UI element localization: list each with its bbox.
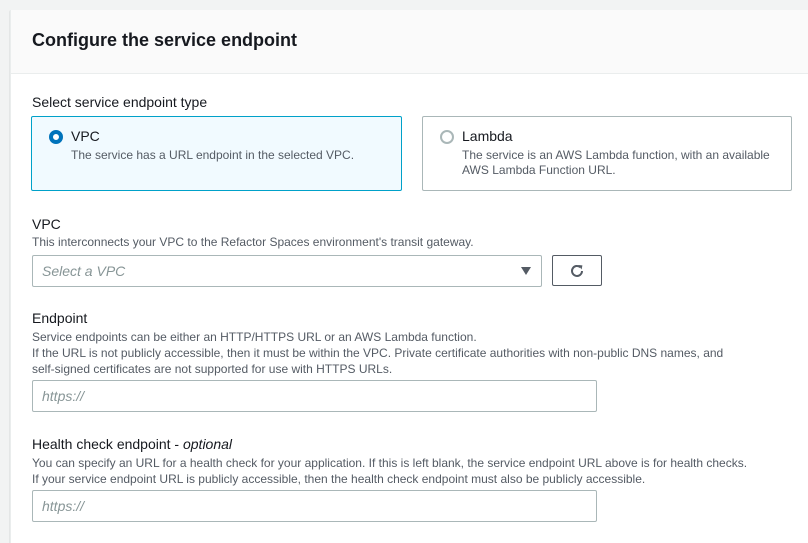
lambda-tile-title: Lambda xyxy=(462,128,513,144)
panel-header: Configure the service endpoint xyxy=(11,10,808,74)
endpoint-input[interactable]: https:// xyxy=(32,380,597,412)
service-endpoint-panel: Configure the service endpoint Select se… xyxy=(10,10,808,543)
endpoint-description-line2: If the URL is not publicly accessible, t… xyxy=(32,346,724,360)
panel-title: Configure the service endpoint xyxy=(32,30,298,50)
vpc-label: VPC xyxy=(32,216,61,232)
health-check-label-text: Health check endpoint - xyxy=(32,436,183,452)
vpc-radio[interactable] xyxy=(49,130,63,144)
endpoint-input-placeholder: https:// xyxy=(42,388,85,404)
vpc-tile-description: The service has a URL endpoint in the se… xyxy=(71,148,355,162)
refresh-icon xyxy=(571,264,583,277)
vpc-tile-title: VPC xyxy=(71,128,100,144)
health-check-description-line1: You can specify an URL for a health chec… xyxy=(32,456,748,470)
endpoint-type-label: Select service endpoint type xyxy=(32,94,208,110)
endpoint-description-line1: Service endpoints can be either an HTTP/… xyxy=(32,330,477,344)
vpc-select-placeholder: Select a VPC xyxy=(42,263,126,279)
endpoint-type-vpc-tile[interactable]: VPC The service has a URL endpoint in th… xyxy=(31,116,402,191)
health-check-input[interactable]: https:// xyxy=(32,490,597,522)
endpoint-label: Endpoint xyxy=(32,310,88,326)
health-check-label: Health check endpoint - optional xyxy=(32,436,232,452)
refresh-vpc-button[interactable] xyxy=(552,255,602,286)
health-check-input-placeholder: https:// xyxy=(42,498,85,514)
caret-down-icon xyxy=(521,267,531,275)
vpc-description: This interconnects your VPC to the Refac… xyxy=(32,235,474,249)
health-check-optional-label: optional xyxy=(182,436,233,452)
lambda-tile-description-line1: The service is an AWS Lambda function, w… xyxy=(462,148,770,162)
lambda-radio[interactable] xyxy=(440,130,454,144)
vpc-select[interactable]: Select a VPC xyxy=(32,255,542,287)
endpoint-description-line3: self-signed certificates are not support… xyxy=(32,362,393,376)
health-check-description-line2: If your service endpoint URL is publicly… xyxy=(32,472,646,486)
endpoint-type-lambda-tile[interactable]: Lambda The service is an AWS Lambda func… xyxy=(422,116,792,191)
lambda-tile-description-line2: AWS Lambda Function URL. xyxy=(462,163,616,177)
